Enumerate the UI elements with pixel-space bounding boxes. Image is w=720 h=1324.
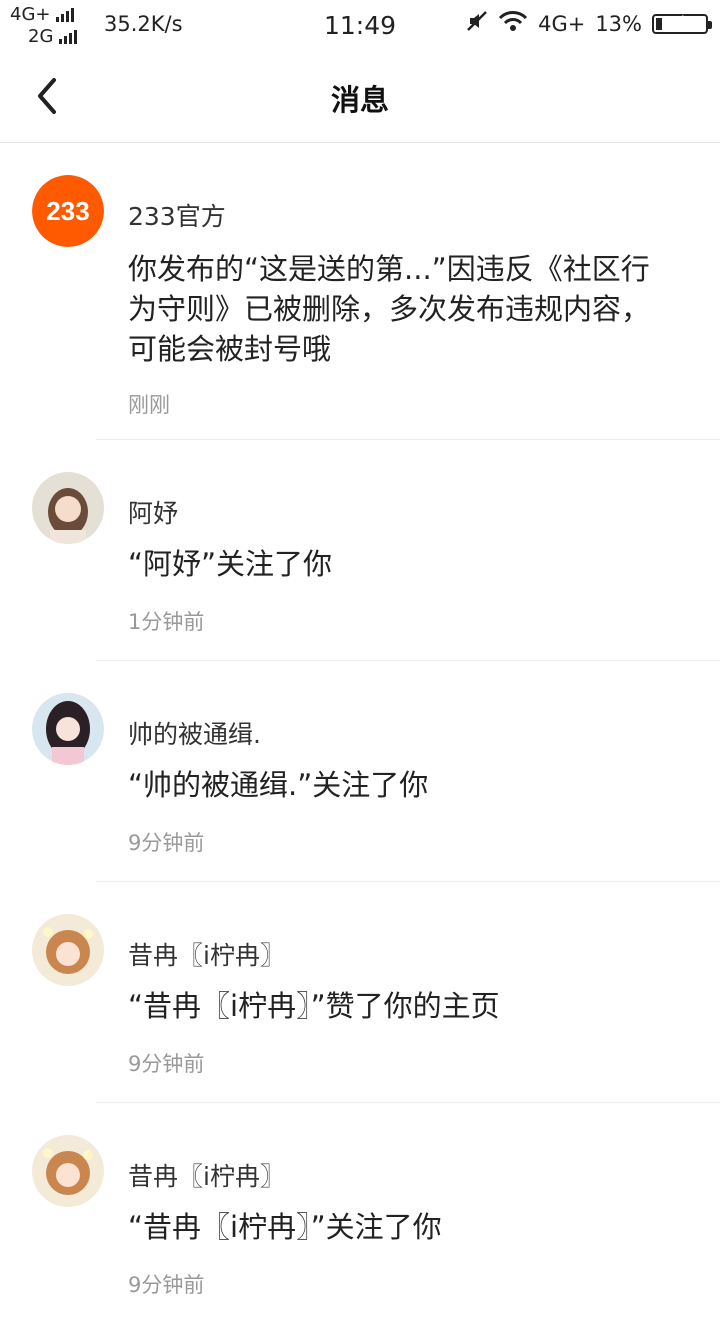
sender-name[interactable]: 阿妤 <box>128 494 178 530</box>
message-item[interactable]: 233 233官方 你发布的“这是送的第...”因违反《社区行为守则》已被删除，… <box>0 143 720 440</box>
message-time: 9分钟前 <box>128 831 205 855</box>
message-content: 你发布的“这是送的第...”因违反《社区行为守则》已被删除，多次发布违规内容，可… <box>128 252 651 366</box>
message-list: 233 233官方 你发布的“这是送的第...”因违反《社区行为守则》已被删除，… <box>0 143 720 1324</box>
message-item[interactable]: 阿妤 “阿妤”关注了你 1分钟前 <box>0 440 720 661</box>
sender-name[interactable]: 昔冉〖i柠冉〗 <box>128 936 285 972</box>
message-item[interactable]: 昔冉〖i柠冉〗 “昔冉〖i柠冉〗”赞了你的主页 9分钟前 <box>0 882 720 1103</box>
message-time: 1分钟前 <box>128 610 205 634</box>
network-type-3: 4G+ <box>538 11 586 36</box>
message-content: “昔冉〖i柠冉〗”赞了你的主页 <box>128 989 500 1023</box>
avatar[interactable]: 233 <box>32 175 104 247</box>
page-title: 消息 <box>330 83 389 117</box>
mute-icon <box>466 10 488 37</box>
avatar[interactable] <box>32 693 104 765</box>
message-content: “昔冉〖i柠冉〗”关注了你 <box>128 1210 442 1244</box>
message-time: 刚刚 <box>128 393 170 417</box>
message-time: 9分钟前 <box>128 1052 205 1076</box>
avatar[interactable] <box>32 472 104 544</box>
status-bar: 4G+ 2G 35.2K/s 11:49 4G+ 13% ⚡ <box>0 0 720 50</box>
svg-text:233: 233 <box>46 196 89 226</box>
message-item[interactable]: 昔冉〖i柠冉〗 “昔冉〖i柠冉〗”关注了你 9分钟前 <box>0 1103 720 1324</box>
sender-name[interactable]: 233官方 <box>128 197 226 233</box>
message-content: “阿妤”关注了你 <box>128 547 333 581</box>
sender-name[interactable]: 昔冉〖i柠冉〗 <box>128 1157 285 1193</box>
battery-icon: ⚡ <box>652 13 712 34</box>
header: 消息 <box>0 50 720 143</box>
wifi-icon <box>498 10 528 37</box>
avatar[interactable] <box>32 914 104 986</box>
message-content: “帅的被通缉.”关注了你 <box>128 768 429 802</box>
message-item[interactable]: 帅的被通缉. “帅的被通缉.”关注了你 9分钟前 <box>0 661 720 882</box>
sender-name[interactable]: 帅的被通缉. <box>128 715 261 751</box>
message-time: 9分钟前 <box>128 1273 205 1297</box>
avatar[interactable] <box>32 1135 104 1207</box>
battery-percent: 13% <box>595 11 642 36</box>
